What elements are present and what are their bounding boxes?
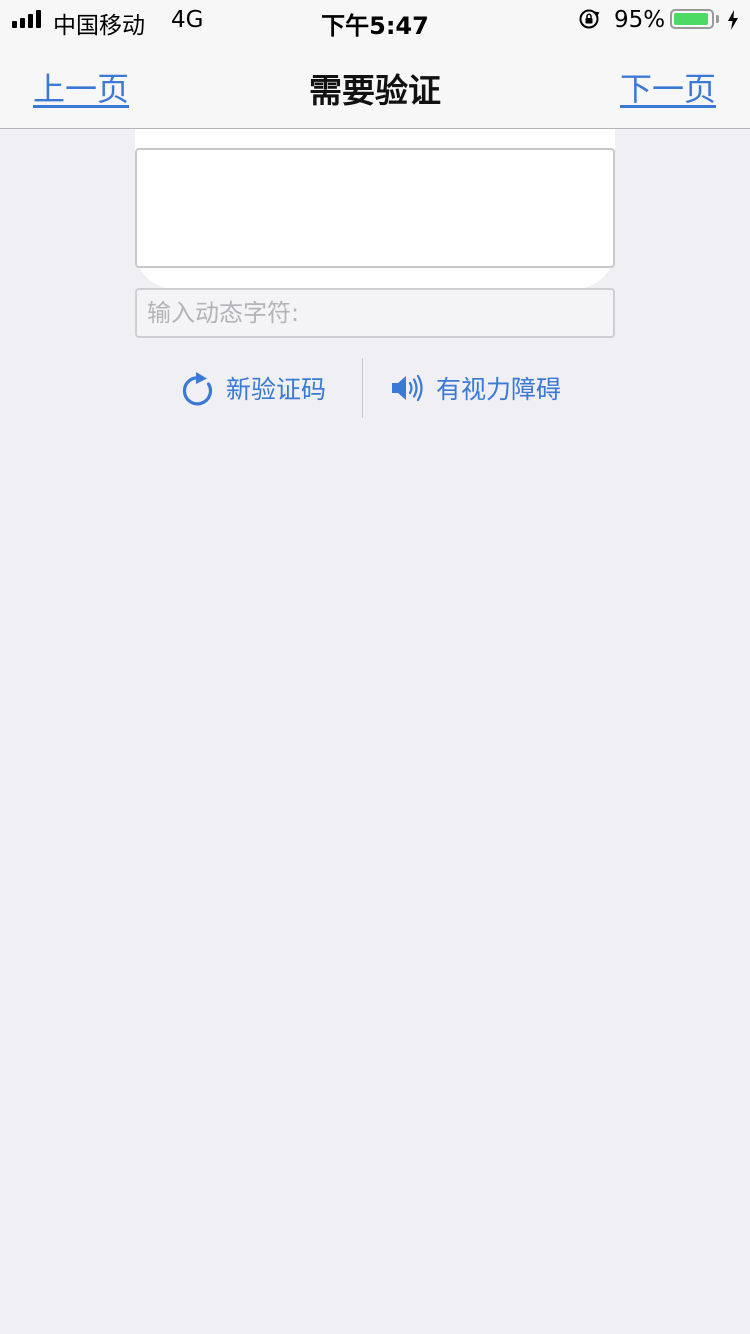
captcha-image xyxy=(135,148,615,268)
audio-captcha-label: 有视力障碍 xyxy=(436,375,562,404)
charging-bolt-icon xyxy=(728,10,738,30)
audio-captcha-button[interactable]: 有视力障碍 xyxy=(390,358,561,418)
battery-cap xyxy=(716,15,719,23)
battery-percent: 95% xyxy=(614,7,666,33)
status-bar: 中国移动 4G 下午5:47 95% xyxy=(0,0,750,40)
refresh-icon xyxy=(182,372,212,406)
orientation-lock-icon xyxy=(579,9,600,29)
battery-icon xyxy=(670,9,714,29)
new-captcha-label: 新验证码 xyxy=(226,375,327,404)
actions-divider xyxy=(362,358,363,418)
next-page-link[interactable]: 下一页 xyxy=(620,64,716,110)
new-captcha-button[interactable]: 新验证码 xyxy=(180,358,326,418)
speaker-icon xyxy=(392,374,423,402)
captcha-actions: 新验证码 有视力障碍 xyxy=(0,358,750,418)
navigation-bar: 上一页 需要验证 下一页 xyxy=(0,40,750,129)
battery-level xyxy=(674,13,709,25)
captcha-code-input[interactable] xyxy=(135,288,615,338)
